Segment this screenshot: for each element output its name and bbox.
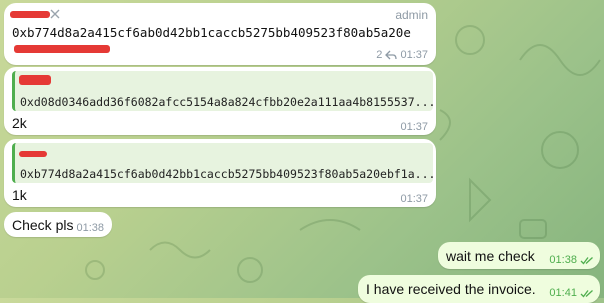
message-bubble-2[interactable]: 0xd08d0346add36f6082afcc5154a8a824cfbb20…: [4, 67, 436, 135]
message-time: 01:37: [400, 49, 428, 61]
double-check-icon: [580, 256, 593, 265]
quoted-text: 0xb774d8a2a415cf6ab0d42bb1caccb5275bb409…: [20, 167, 433, 181]
message-text: wait me check: [446, 248, 535, 264]
sender-name-redacted: [10, 11, 50, 18]
message-time: 01:41: [549, 287, 577, 299]
quoted-text: 0xd08d0346add36f6082afcc5154a8a824cfbb20…: [20, 95, 433, 109]
quoted-sender-redacted: [19, 75, 51, 85]
redacted-text: [14, 45, 110, 53]
admin-badge: admin: [395, 8, 428, 22]
message-bubble-3[interactable]: 0xb774d8a2a415cf6ab0d42bb1caccb5275bb409…: [4, 139, 436, 207]
wallet-address-text[interactable]: 0xb774d8a2a415cf6ab0d42bb1caccb5275bb409…: [12, 25, 411, 40]
reply-quote[interactable]: 0xd08d0346add36f6082afcc5154a8a824cfbb20…: [12, 71, 433, 111]
message-text: Check pls: [12, 217, 74, 233]
reply-arrow-icon[interactable]: [385, 50, 398, 60]
message-text: I have received the invoice.: [366, 281, 536, 297]
message-text: 1k: [12, 187, 27, 203]
message-time: 01:37: [400, 193, 428, 205]
double-check-icon: [580, 289, 593, 298]
message-bubble-4[interactable]: Check pls 01:38: [4, 212, 112, 237]
message-bubble-1[interactable]: admin 0xb774d8a2a415cf6ab0d42bb1caccb527…: [4, 3, 436, 65]
reply-quote[interactable]: 0xb774d8a2a415cf6ab0d42bb1caccb5275bb409…: [12, 143, 433, 183]
message-meta: 01:38: [549, 254, 594, 266]
message-time: 01:38: [76, 222, 104, 234]
message-time: 01:37: [400, 121, 428, 133]
message-time: 01:38: [549, 254, 577, 266]
sender-status-icon: [50, 9, 60, 19]
message-meta: 01:41: [549, 287, 594, 299]
quoted-sender-redacted: [19, 151, 47, 157]
replies-count[interactable]: 2: [376, 49, 382, 61]
message-bubble-5[interactable]: wait me check 01:38: [438, 242, 600, 269]
message-meta: 2 01:37: [376, 49, 428, 61]
message-bubble-6[interactable]: I have received the invoice. 01:41: [358, 275, 600, 303]
message-text: 2k: [12, 115, 27, 131]
